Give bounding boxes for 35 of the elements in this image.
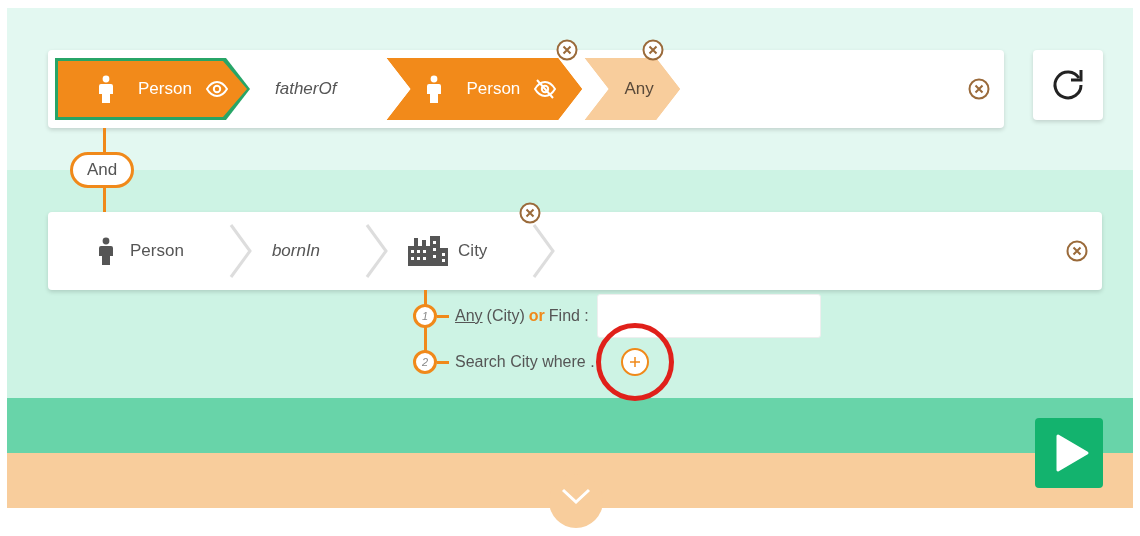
play-button[interactable] [1035,418,1103,488]
chevron-down-icon [561,488,591,504]
person-icon [426,75,443,103]
or-label: or [528,307,545,325]
step-number: 2 [413,350,437,374]
find-input-field[interactable] [596,294,821,338]
entity-label[interactable]: Person [130,241,184,261]
person-icon [98,75,114,103]
chip-label: Any [624,79,654,99]
add-button[interactable] [620,348,649,376]
any-chip[interactable]: Any [584,58,681,120]
option-text: Search City where . [455,353,595,371]
chip-label: Person [138,79,192,99]
eye-icon[interactable] [205,78,228,100]
step-number: 1 [413,304,437,328]
entity-label[interactable]: City [458,241,488,261]
building-icon [408,236,449,266]
relation-label[interactable]: fatherOf [250,79,387,99]
close-icon[interactable] [1066,240,1088,262]
close-icon[interactable] [556,39,579,61]
chip-label: Person [466,79,521,99]
chevron-separator-icon [227,223,254,279]
option-text: (City) [486,307,525,325]
eye-off-icon[interactable] [534,78,557,100]
close-icon[interactable] [642,39,665,61]
close-icon[interactable] [519,202,542,224]
plus-icon [629,357,640,367]
person-icon [98,237,114,265]
any-link[interactable]: Any [455,307,483,325]
close-icon[interactable] [968,78,990,100]
relation-label[interactable]: bornIn [271,241,321,261]
play-icon [1054,433,1090,473]
find-label: Find : [548,307,589,325]
and-connector[interactable]: And [70,152,134,188]
refresh-button[interactable] [1033,50,1103,120]
